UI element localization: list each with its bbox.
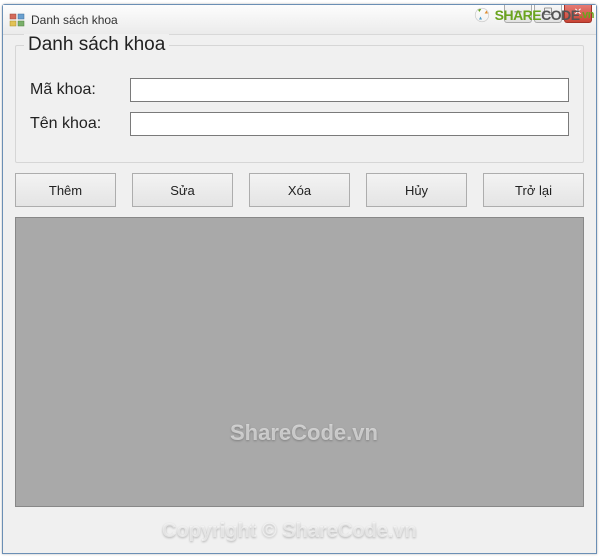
client-area: Danh sách khoa Mã khoa: Tên khoa: Thêm S… [3, 35, 596, 553]
xoa-button[interactable]: Xóa [249, 173, 350, 207]
watermark-logo: SHARECODE.vn [473, 6, 594, 24]
data-grid[interactable] [15, 217, 584, 507]
sua-button[interactable]: Sửa [132, 173, 233, 207]
input-ma-khoa[interactable] [130, 78, 569, 102]
groupbox-danh-sach-khoa: Danh sách khoa Mã khoa: Tên khoa: [15, 45, 584, 163]
watermark-logo-vn: .vn [580, 9, 594, 21]
input-ten-khoa[interactable] [130, 112, 569, 136]
them-button[interactable]: Thêm [15, 173, 116, 207]
window-title: Danh sách khoa [31, 13, 118, 27]
app-window: Danh sách khoa ─ ☐ ✕ Danh sách khoa Mã k… [2, 4, 597, 554]
watermark-text-1: ShareCode.vn [230, 420, 378, 446]
button-row: Thêm Sửa Xóa Hủy Trở lại [15, 173, 584, 207]
watermark-text-2: Copyright © ShareCode.vn [162, 520, 417, 543]
row-ma-khoa: Mã khoa: [30, 78, 569, 102]
tro-lai-button[interactable]: Trở lại [483, 173, 584, 207]
watermark-logo-code: CODE [541, 7, 579, 23]
label-ma-khoa: Mã khoa: [30, 81, 130, 99]
watermark-logo-share: SHARE [495, 7, 542, 23]
huy-button[interactable]: Hủy [366, 173, 467, 207]
recycle-icon [473, 6, 491, 24]
groupbox-legend: Danh sách khoa [24, 34, 169, 56]
app-icon [9, 12, 25, 28]
row-ten-khoa: Tên khoa: [30, 112, 569, 136]
label-ten-khoa: Tên khoa: [30, 115, 130, 133]
